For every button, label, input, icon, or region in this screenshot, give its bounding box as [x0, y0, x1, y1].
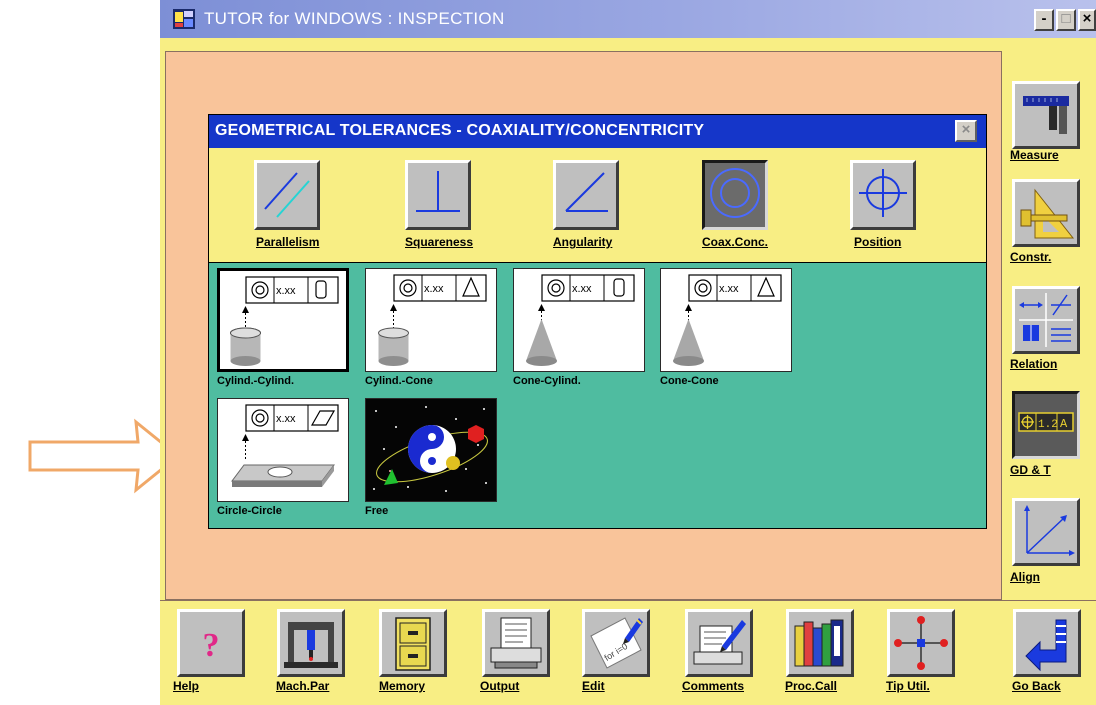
help-button[interactable]: ? [177, 609, 245, 677]
align-icon [1024, 505, 1075, 556]
gdt-icon: 1.2 A [1018, 412, 1074, 432]
tip-utility-label: Tip Util. [886, 679, 930, 693]
dialog-title-bar: GEOMETRICAL TOLERANCES - COAXIALITY/CONC… [209, 115, 986, 148]
svg-text:x.xx: x.xx [276, 285, 296, 297]
option-label: Cone-Cone [660, 375, 719, 387]
category-label-angularity: Angularity [553, 235, 613, 249]
svg-text:x.xx: x.xx [424, 283, 444, 295]
construction-label: Constr. [1010, 250, 1052, 264]
machine-icon [284, 622, 338, 668]
option-circle-circle[interactable]: x.xx [217, 398, 349, 502]
category-squareness[interactable] [405, 160, 471, 230]
help-icon: ? [203, 627, 220, 664]
relation-icon [1019, 293, 1073, 347]
category-label-squareness: Squareness [405, 235, 474, 249]
measure-button[interactable] [1012, 81, 1080, 149]
right-toolbar: Measure Constr. Relation 1.2 A GD & T Al… [1002, 51, 1096, 600]
memory-button[interactable] [379, 609, 447, 677]
dialog-title: GEOMETRICAL TOLERANCES - COAXIALITY/CONC… [215, 122, 705, 139]
title-bar: TUTOR for WINDOWS : INSPECTION - □ × [160, 0, 1096, 38]
category-label-coaxiality: Coax.Conc. [702, 235, 769, 249]
comment-icon [693, 620, 746, 665]
position-icon [859, 169, 907, 217]
measure-label: Measure [1010, 148, 1059, 162]
books-icon [794, 619, 844, 667]
squareness-icon [416, 171, 460, 212]
minimize-button[interactable]: - [1034, 9, 1054, 31]
maximize-button[interactable]: □ [1056, 9, 1076, 31]
free-space-scene-icon [366, 399, 496, 501]
svg-text:x.xx: x.xx [276, 413, 296, 425]
edit-label: Edit [582, 679, 605, 693]
gdt-label: GD & T [1010, 463, 1051, 477]
option-label: Cylind.-Cone [365, 375, 433, 387]
dialog-close-button[interactable]: × [955, 120, 977, 142]
printer-icon [490, 617, 542, 669]
comments-button[interactable] [685, 609, 753, 677]
svg-text:A: A [1060, 417, 1068, 431]
svg-text:x.xx: x.xx [572, 283, 592, 295]
option-cone-cone[interactable]: x.xx [660, 268, 792, 372]
gdt-button[interactable]: 1.2 A [1012, 391, 1080, 459]
svg-text:?: ? [203, 627, 220, 664]
cone-cylinder-diagram-icon: x.xx [526, 274, 635, 366]
option-cone-cylinder[interactable]: x.xx [513, 268, 645, 372]
app-window: TUTOR for WINDOWS : INSPECTION - □ × GEO… [160, 0, 1096, 705]
cylinder-cone-diagram-icon: x.xx [378, 274, 487, 366]
circle-circle-diagram-icon: x.xx [231, 404, 339, 487]
cone-cone-diagram-icon: x.xx [673, 274, 782, 366]
coaxiality-icon [710, 168, 760, 218]
relation-label: Relation [1010, 357, 1058, 371]
procedure-call-button[interactable] [786, 609, 854, 677]
go-back-label: Go Back [1012, 679, 1061, 693]
close-button[interactable]: × [1078, 9, 1096, 31]
app-icon [173, 9, 195, 29]
go-back-button[interactable] [1013, 609, 1081, 677]
pen-icon: for i=0 [590, 617, 643, 669]
go-back-icon [1025, 619, 1067, 672]
output-button[interactable] [482, 609, 550, 677]
machine-parameters-button[interactable] [277, 609, 345, 677]
category-position[interactable] [850, 160, 916, 230]
comments-label: Comments [682, 679, 745, 693]
tip-utility-button[interactable] [887, 609, 955, 677]
output-label: Output [480, 679, 520, 693]
option-label: Cone-Cylind. [513, 375, 581, 387]
angularity-icon [565, 172, 608, 212]
option-cylinder-cylinder[interactable]: x.xx [217, 268, 349, 372]
caliper-icon [1023, 96, 1069, 134]
bottom-toolbar: ? Help Mach.Par Memory Output for i=0 Ed… [160, 600, 1096, 705]
category-coaxiality[interactable] [702, 160, 768, 230]
cylinder-cylinder-diagram-icon: x.xx [230, 276, 339, 366]
category-angularity[interactable] [553, 160, 619, 230]
memory-label: Memory [379, 679, 426, 693]
construction-icon [1020, 188, 1075, 239]
help-label: Help [173, 679, 200, 693]
option-free[interactable] [365, 398, 497, 502]
svg-text:x.xx: x.xx [719, 283, 739, 295]
align-label: Align [1010, 570, 1040, 584]
geometric-tolerance-dialog: GEOMETRICAL TOLERANCES - COAXIALITY/CONC… [208, 114, 987, 529]
procedure-call-label: Proc.Call [785, 679, 838, 693]
parallelism-icon [264, 172, 310, 218]
category-toolbar: Parallelism Squareness Angularity Coax.C… [209, 148, 986, 263]
relation-button[interactable] [1012, 286, 1080, 354]
file-cabinet-icon [395, 617, 431, 671]
option-label: Free [365, 505, 389, 517]
construction-button[interactable] [1012, 179, 1080, 247]
align-button[interactable] [1012, 498, 1080, 566]
machine-parameters-label: Mach.Par [276, 679, 330, 693]
window-title: TUTOR for WINDOWS : INSPECTION [204, 9, 505, 28]
option-cylinder-cone[interactable]: x.xx [365, 268, 497, 372]
svg-text:1.2: 1.2 [1038, 419, 1058, 431]
option-label: Cylind.-Cylind. [217, 375, 294, 387]
edit-button[interactable]: for i=0 [582, 609, 650, 677]
category-parallelism[interactable] [254, 160, 320, 230]
main-area: GEOMETRICAL TOLERANCES - COAXIALITY/CONC… [165, 51, 1002, 600]
probe-tip-icon [894, 616, 948, 670]
option-label: Circle-Circle [217, 505, 282, 517]
category-label-position: Position [854, 235, 902, 249]
category-label-parallelism: Parallelism [256, 235, 320, 249]
